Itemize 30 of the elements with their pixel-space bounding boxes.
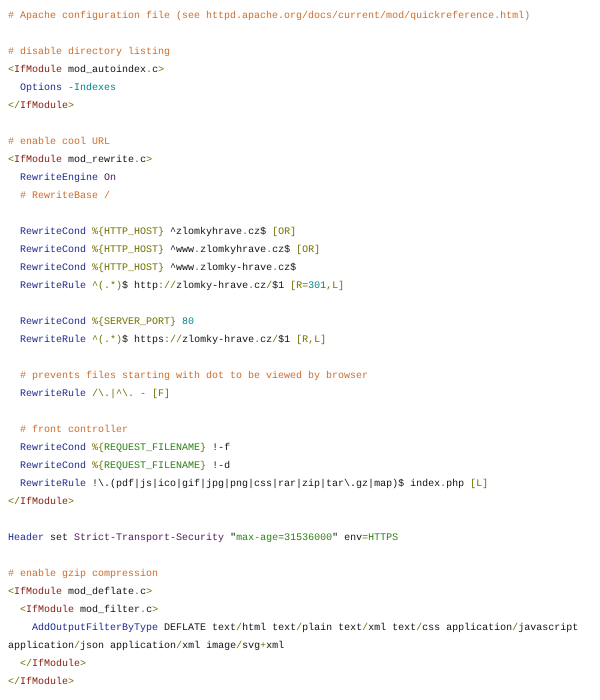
code-line: </IfModule> [8,676,74,690]
code-line: RewriteCond %{SERVER_PORT} 80 [19,316,194,330]
code-line: application/json application/xml image/svg+xml [8,640,284,654]
code-line: # enable gzip compression [8,568,158,582]
code-line: Header set Strict-Transport-Security "max-age=31536000" env=HTTPS [8,532,398,546]
code-line: # RewriteBase / [19,190,110,204]
code-line: </IfModule> [8,496,74,510]
code-line: RewriteCond %{REQUEST_FILENAME} !-f [19,442,230,456]
code-line: RewriteRule ^(.*)$ http://zlomky-hrave.cz/$1 [R=301,L] [19,280,344,294]
code-line: # front controller [19,424,128,438]
code-line: # prevents files starting with dot to be viewed by browser [19,370,368,384]
code-line: # disable directory listing [8,46,170,60]
code-line: RewriteCond %{HTTP_HOST} ^zlomkyhrave.cz$ [OR] [19,226,296,240]
code-line: AddOutputFilterByType DEFLATE text/html text/plain text/xml text/css application/javascript [31,622,578,636]
code-line: RewriteEngine On [19,172,116,186]
code-line: RewriteCond %{REQUEST_FILENAME} !-d [19,460,230,474]
code-line: RewriteRule ^(.*)$ https://zlomky-hrave.cz/$1 [R,L] [19,334,326,348]
code-line: <IfModule mod_filter.c> [19,604,158,618]
code-line: RewriteCond %{HTTP_HOST} ^www.zlomky-hrave.cz$ [19,262,296,276]
code-line: </IfModule> [19,658,86,672]
code-line: <IfModule mod_deflate.c> [8,586,152,600]
code-line: </IfModule> [8,100,74,114]
code-line: # enable cool URL [8,136,110,150]
code-line: <IfModule mod_autoindex.c> [8,64,164,78]
code-line: RewriteCond %{HTTP_HOST} ^www.zlomkyhrave.cz$ [OR] [19,244,320,258]
code-line: RewriteRule /\.|^\. - [F] [19,388,170,402]
code-line: <IfModule mod_rewrite.c> [8,154,152,168]
code-line: RewriteRule !\.(pdf|js|ico|gif|jpg|png|css|rar|zip|tar\.gz|map)$ index.php [L] [19,478,488,492]
code-line: # Apache configuration file (see httpd.apache.org/docs/current/mod/quickreference.html) [8,10,530,24]
code-line: Options -Indexes [19,82,116,96]
